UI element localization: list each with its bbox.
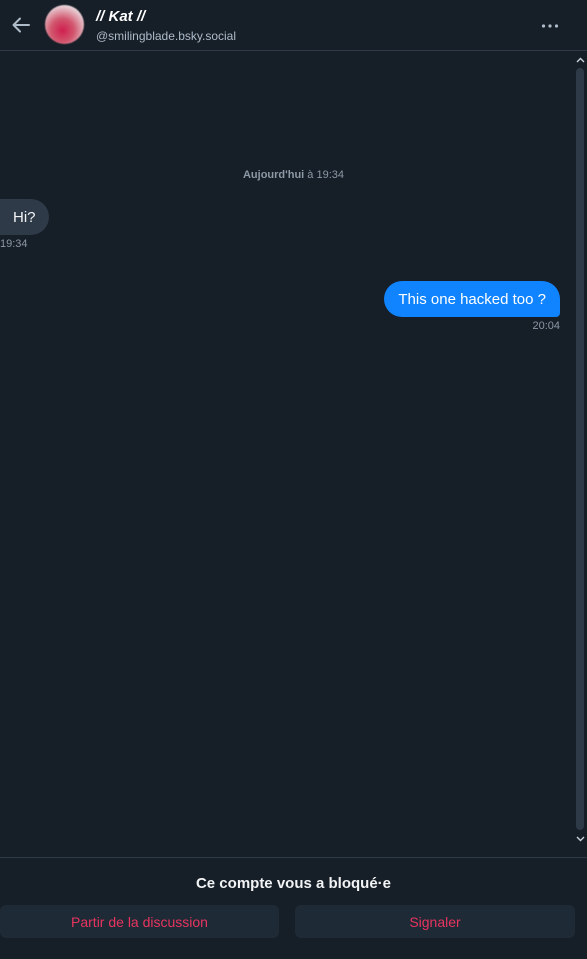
incoming-message-bubble[interactable]: Hi? xyxy=(0,199,49,235)
date-separator-day: Aujourd'hui xyxy=(242,169,305,181)
arrow-left-icon xyxy=(12,17,30,33)
contact-handle: @smilingblade.bsky.social xyxy=(96,29,237,43)
blocked-notice: Ce compte vous a bloqué·e xyxy=(195,875,392,892)
message-text: Hi? xyxy=(13,208,36,226)
ellipsis-horizontal-icon xyxy=(541,24,559,28)
message-list[interactable]: Aujourd'hui à 19:34 Hi? 19:34 This one h… xyxy=(0,52,587,857)
chevron-up-icon xyxy=(576,57,585,63)
message-timestamp: 20:04 xyxy=(532,320,560,332)
scrollbar[interactable] xyxy=(574,52,587,847)
report-button[interactable]: Signaler xyxy=(295,905,575,938)
chat-header: // Kat // @smilingblade.bsky.social xyxy=(0,0,587,51)
scrollbar-thumb[interactable] xyxy=(576,68,584,830)
scroll-up-button[interactable] xyxy=(575,54,586,66)
contact-display-name[interactable]: // Kat // xyxy=(96,8,145,25)
avatar[interactable] xyxy=(45,5,84,44)
date-separator-time: à 19:34 xyxy=(304,169,345,181)
leave-conversation-button[interactable]: Partir de la discussion xyxy=(0,905,279,938)
message-timestamp: 19:34 xyxy=(0,238,28,250)
blocked-footer: Ce compte vous a bloqué·e Partir de la d… xyxy=(0,857,587,959)
outgoing-message-bubble[interactable]: This one hacked too ? xyxy=(384,281,560,317)
back-button[interactable] xyxy=(6,10,36,40)
more-options-button[interactable] xyxy=(534,12,566,40)
chevron-down-icon xyxy=(576,836,585,842)
message-text: This one hacked too ? xyxy=(398,290,546,308)
scroll-down-button[interactable] xyxy=(575,833,586,845)
date-separator: Aujourd'hui à 19:34 xyxy=(0,169,587,181)
chat-screen: // Kat // @smilingblade.bsky.social Aujo… xyxy=(0,0,587,959)
